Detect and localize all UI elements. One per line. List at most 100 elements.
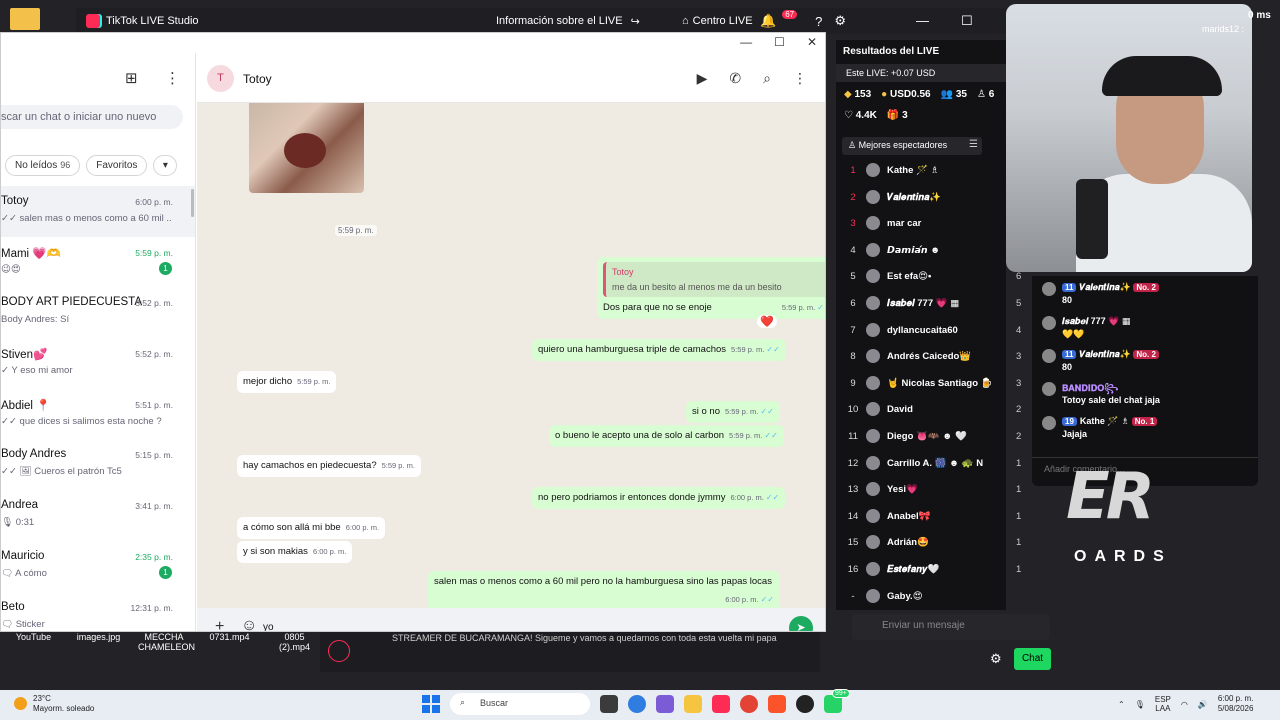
contact-name[interactable]: Totoy	[243, 72, 272, 86]
new-chat-icon[interactable]: ⊞	[125, 69, 138, 87]
search-icon[interactable]: ⌕	[763, 70, 771, 87]
help-icon[interactable]: ?	[815, 14, 822, 29]
attach-icon[interactable]: +	[215, 618, 224, 631]
quoted-message[interactable]: Totoy me da un besito al menos me da un …	[603, 262, 825, 297]
stat-value: 3	[902, 110, 908, 121]
chat-button[interactable]: Chat	[1014, 648, 1051, 670]
close-icon[interactable]: ✕	[807, 35, 817, 49]
message-bubble-in[interactable]: mejor dicho 5:59 p. m.	[237, 371, 337, 393]
message-bubble-out[interactable]: salen mas o menos como a 60 mil pero no …	[428, 571, 780, 611]
chat-item[interactable]: BODY ART PIEDECUESTA 5:52 p. m. Body And…	[1, 287, 195, 338]
send-icon[interactable]: ➤	[789, 616, 813, 631]
avatar	[866, 561, 880, 576]
message-bubble-out[interactable]: o bueno le acepto una de solo al carbon 5…	[549, 425, 784, 447]
chat-list-scrollbar[interactable]	[191, 189, 194, 217]
clock[interactable]: 6:00 p. m. 5/08/2026	[1218, 694, 1254, 714]
image-message[interactable]	[249, 103, 364, 193]
level-badge: 19	[1062, 417, 1077, 426]
filter-dropdown-icon[interactable]: ▾	[153, 155, 178, 176]
maximize-icon[interactable]: ☐	[774, 35, 785, 49]
chat-item[interactable]: Abdiel 📍 5:51 p. m. ✓✓ que dices si sali…	[1, 389, 195, 440]
viewer-row[interactable]: 13 Yesi💗 1	[836, 476, 1046, 503]
message-bubble-out[interactable]: Totoy me da un besito al menos me da un …	[597, 257, 825, 319]
video-call-icon[interactable]: ▶	[697, 70, 708, 87]
message-bubble-out[interactable]: quiero una hamburguesa triple de camacho…	[532, 339, 786, 361]
message-bubble-in[interactable]: a cómo son allá mi bbe 6:00 p. m.	[237, 517, 386, 539]
viewer-row[interactable]: 7 dyllancucaita60 4	[836, 317, 1046, 344]
viewer-row[interactable]: 8 Andrés Caicedo👑 3	[836, 343, 1046, 370]
viewer-row[interactable]: 6 𝑰𝒔𝒂𝒃𝒆𝒍 777 💗 ▦ 5	[836, 290, 1046, 317]
chat-item[interactable]: Andrea 3:41 p. m. 🎙 0:31	[1, 490, 195, 541]
notification-badge: 67	[782, 9, 798, 19]
windows-start-icon[interactable]	[422, 695, 440, 713]
viewer-row[interactable]: 9 🤘 Nicolas Santiago 🍺 3	[836, 370, 1046, 397]
live-message-input[interactable]: Enviar un mensaje	[852, 614, 1050, 640]
viewer-row[interactable]: 15 Adrián🤩 1	[836, 529, 1046, 556]
filter-favorites[interactable]: Favoritos	[86, 155, 148, 176]
mic-icon[interactable]: 🎙	[1135, 700, 1145, 709]
maximize-icon[interactable]: ☐	[961, 13, 973, 29]
phone-icon[interactable]: ✆	[729, 70, 741, 87]
live-info-link[interactable]: Información sobre el LIVE ↪	[496, 15, 640, 28]
minimize-icon[interactable]: —	[740, 35, 752, 49]
chevron-up-icon[interactable]: ⌃	[1118, 700, 1125, 709]
message-bubble-out[interactable]: no pero podriamos ir entonces donde jymm…	[532, 487, 786, 509]
chat-item[interactable]: Stiven💕 5:52 p. m. ✓ Y eso mi amor	[1, 338, 195, 389]
desktop-icon-label[interactable]: MECCHA CHAMELEON	[138, 632, 195, 662]
message-bubble-in[interactable]: hay camachos en piedecuesta? 5:59 p. m.	[237, 455, 421, 477]
emoji-icon[interactable]: ☺	[241, 617, 257, 631]
filter-unread-label: No leídos	[15, 160, 58, 171]
settings-icon[interactable]: ⚙	[834, 13, 846, 29]
chat-time: 6:00 p. m.	[135, 197, 173, 207]
obs-icon[interactable]	[796, 695, 814, 713]
list-icon[interactable]: ☰	[969, 139, 978, 150]
search-input[interactable]: scar un chat o iniciar uno nuevo	[1, 105, 183, 129]
file-explorer-icon[interactable]	[684, 695, 702, 713]
reaction-icon[interactable]: ❤️	[757, 315, 777, 328]
menu-icon[interactable]: ⋮	[793, 70, 807, 87]
live-center-button[interactable]: ⌂ Centro LIVE	[682, 15, 753, 27]
bell-icon[interactable]: 🔔	[760, 13, 776, 29]
tiktok-icon[interactable]	[712, 695, 730, 713]
viewer-row[interactable]: 14 Anabel🎀 1	[836, 503, 1046, 530]
language-indicator[interactable]: ESP LAA	[1155, 695, 1171, 713]
search-label: Buscar	[480, 698, 509, 708]
message-input[interactable]	[263, 616, 783, 631]
message-bubble-out[interactable]: si o no 5:59 p. m. ✓✓	[686, 401, 780, 423]
edge-icon[interactable]	[628, 695, 646, 713]
settings-icon[interactable]: ⚙	[990, 651, 1002, 667]
viewer-row[interactable]: - Gaby.😍	[836, 583, 1046, 610]
conversation-header[interactable]: T Totoy ▶ ✆ ⌕ ⋮	[197, 53, 825, 103]
copilot-icon[interactable]	[656, 695, 674, 713]
desktop-icon-label[interactable]: 0731.mp4	[204, 632, 255, 662]
brave-icon[interactable]	[768, 695, 786, 713]
avatar[interactable]: T	[207, 65, 234, 92]
chat-item[interactable]: Body Andres 5:15 p. m. ✓✓ 🖼 Cueros el pa…	[1, 439, 195, 490]
tab-top-viewers[interactable]: ♙ Mejores espectadores	[842, 137, 982, 155]
wifi-icon[interactable]: ◠	[1181, 700, 1188, 709]
volume-icon[interactable]: 🔊	[1198, 700, 1208, 709]
taskbar-search[interactable]: ⌕ Buscar	[450, 693, 590, 715]
desktop-icon-label[interactable]: 0805 (2).mp4	[269, 632, 320, 662]
minimize-icon[interactable]: —	[916, 13, 929, 29]
filter-unread[interactable]: No leídos 96	[5, 155, 81, 176]
viewer-name: Anabel🎀	[887, 510, 931, 522]
chat-item[interactable]: Mauricio 2:35 p. m. 🗨 A cómo 1	[1, 541, 195, 592]
desktop-icon-label[interactable]: images.jpg	[73, 632, 124, 662]
chat-item[interactable]: Beto 12:31 p. m. 🗨 Sticker	[1, 592, 195, 632]
message-bubble-in[interactable]: y si son makias 6:00 p. m.	[237, 541, 353, 563]
live-info-label: Información sobre el LIVE	[496, 15, 623, 27]
task-view-icon[interactable]	[600, 695, 618, 713]
viewer-row[interactable]: 11 Diego 👅🦇 ☻ 🤍 2	[836, 423, 1046, 450]
chat-item[interactable]: Totoy 6:00 p. m. ✓✓ salen mas o menos co…	[1, 186, 195, 237]
viewer-row[interactable]: 10 David 2	[836, 396, 1046, 423]
viewer-row[interactable]: 16 𝑬𝒔𝒕𝒆𝒇𝒂𝒏𝒚🤍 1	[836, 556, 1046, 583]
desktop-icon-label[interactable]: YouTube	[8, 632, 59, 662]
chrome-icon[interactable]	[740, 695, 758, 713]
weather-widget[interactable]: 23°C Mayorm. soleado	[14, 694, 94, 714]
viewer-row[interactable]: 12 Carrillo A. 🎆 ☻ 🐢 N 1	[836, 450, 1046, 477]
menu-icon[interactable]: ⋮	[165, 69, 180, 87]
folder-icon[interactable]	[10, 8, 40, 30]
whatsapp-icon[interactable]: 99+	[824, 689, 850, 713]
chat-item[interactable]: Mami 💗🫶 5:59 p. m. 😉😍 1	[1, 237, 195, 288]
